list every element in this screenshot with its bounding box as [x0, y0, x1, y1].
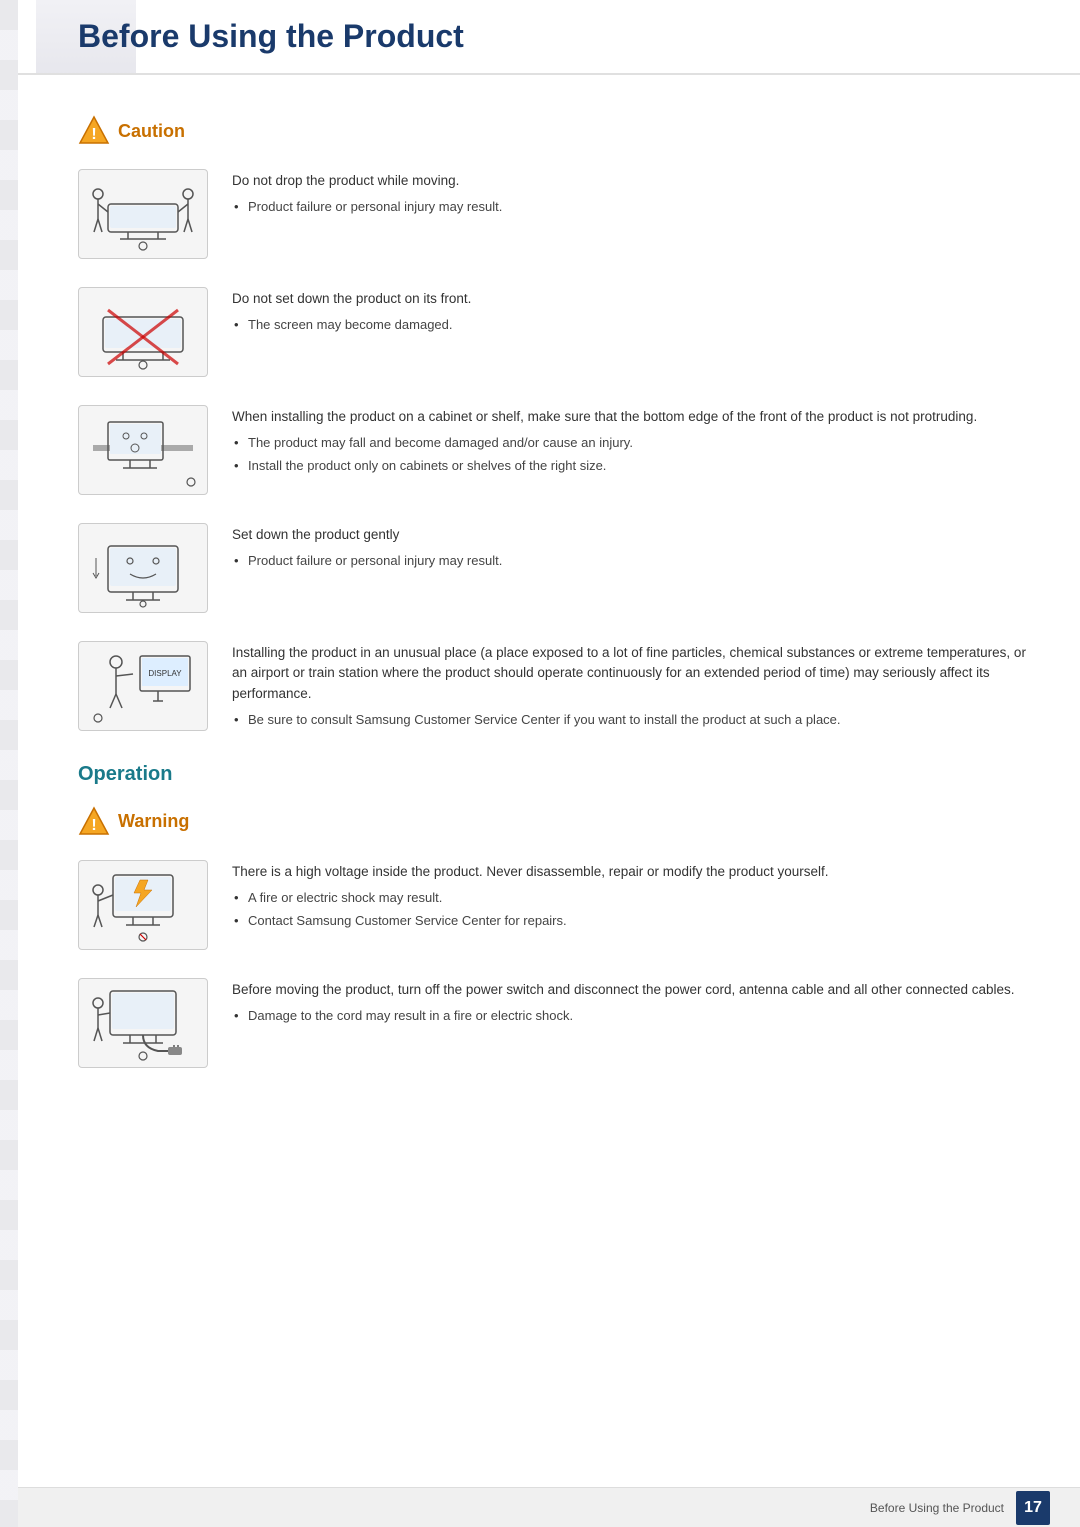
warning-item-2: Before moving the product, turn off the …: [78, 978, 1030, 1068]
caution-main-3: When installing the product on a cabinet…: [232, 407, 1030, 427]
caution-item-1: Do not drop the product while moving. Pr…: [78, 169, 1030, 259]
warning-badge: ! Warning: [78, 806, 1030, 838]
caution-text-1: Do not drop the product while moving. Pr…: [232, 169, 1030, 220]
caution-image-5: DISPLAY: [78, 641, 208, 731]
caution-bullets-3: The product may fall and become damaged …: [232, 433, 1030, 476]
svg-text:DISPLAY: DISPLAY: [148, 669, 182, 678]
caution-bullets-5: Be sure to consult Samsung Customer Serv…: [232, 710, 1030, 730]
caution-main-5: Installing the product in an unusual pla…: [232, 643, 1030, 704]
svg-text:!: !: [91, 817, 96, 834]
warning-bullet-1-1: A fire or electric shock may result.: [232, 888, 1030, 908]
warning-text-1: There is a high voltage inside the produ…: [232, 860, 1030, 935]
warning-main-2: Before moving the product, turn off the …: [232, 980, 1030, 1000]
caution-badge: ! Caution: [78, 115, 1030, 147]
caution-bullet-2-1: The screen may become damaged.: [232, 315, 1030, 335]
left-accent-decoration: [0, 0, 18, 1527]
caution-bullets-1: Product failure or personal injury may r…: [232, 197, 1030, 217]
caution-bullet-3-1: The product may fall and become damaged …: [232, 433, 1030, 453]
warning-bullet-1-2: Contact Samsung Customer Service Center …: [232, 911, 1030, 931]
page-footer: Before Using the Product 17: [18, 1487, 1080, 1527]
caution-label: Caution: [118, 121, 185, 142]
svg-text:!: !: [91, 126, 96, 143]
caution-text-2: Do not set down the product on its front…: [232, 287, 1030, 338]
caution-image-3: [78, 405, 208, 495]
warning-main-1: There is a high voltage inside the produ…: [232, 862, 1030, 882]
warning-label: Warning: [118, 811, 189, 832]
page-number: 17: [1016, 1491, 1050, 1525]
caution-item-5: DISPLAY Installing the product in an unu…: [78, 641, 1030, 733]
caution-item-4: Set down the product gently Product fail…: [78, 523, 1030, 613]
caution-main-4: Set down the product gently: [232, 525, 1030, 545]
caution-text-4: Set down the product gently Product fail…: [232, 523, 1030, 574]
warning-bullets-1: A fire or electric shock may result. Con…: [232, 888, 1030, 931]
warning-bullet-2-1: Damage to the cord may result in a fire …: [232, 1006, 1030, 1026]
caution-text-5: Installing the product in an unusual pla…: [232, 641, 1030, 733]
warning-image-2: [78, 978, 208, 1068]
page-header: Before Using the Product: [18, 0, 1080, 75]
caution-bullet-3-2: Install the product only on cabinets or …: [232, 456, 1030, 476]
caution-bullets-4: Product failure or personal injury may r…: [232, 551, 1030, 571]
operation-heading: Operation: [78, 763, 1030, 786]
caution-bullet-1-1: Product failure or personal injury may r…: [232, 197, 1030, 217]
warning-text-2: Before moving the product, turn off the …: [232, 978, 1030, 1029]
caution-bullets-2: The screen may become damaged.: [232, 315, 1030, 335]
warning-item-1: There is a high voltage inside the produ…: [78, 860, 1030, 950]
main-content: ! Caution: [18, 75, 1080, 1156]
caution-bullet-4-1: Product failure or personal injury may r…: [232, 551, 1030, 571]
warning-bullets-2: Damage to the cord may result in a fire …: [232, 1006, 1030, 1026]
caution-image-4: [78, 523, 208, 613]
warning-image-1: [78, 860, 208, 950]
caution-icon: !: [78, 115, 110, 147]
caution-bullet-5-1: Be sure to consult Samsung Customer Serv…: [232, 710, 1030, 730]
caution-item-2: Do not set down the product on its front…: [78, 287, 1030, 377]
warning-icon: !: [78, 806, 110, 838]
footer-text: Before Using the Product: [870, 1501, 1004, 1515]
caution-image-1: [78, 169, 208, 259]
caution-image-2: [78, 287, 208, 377]
caution-text-3: When installing the product on a cabinet…: [232, 405, 1030, 480]
page-title: Before Using the Product: [68, 18, 1040, 55]
caution-item-3: When installing the product on a cabinet…: [78, 405, 1030, 495]
caution-main-2: Do not set down the product on its front…: [232, 289, 1030, 309]
caution-main-1: Do not drop the product while moving.: [232, 171, 1030, 191]
